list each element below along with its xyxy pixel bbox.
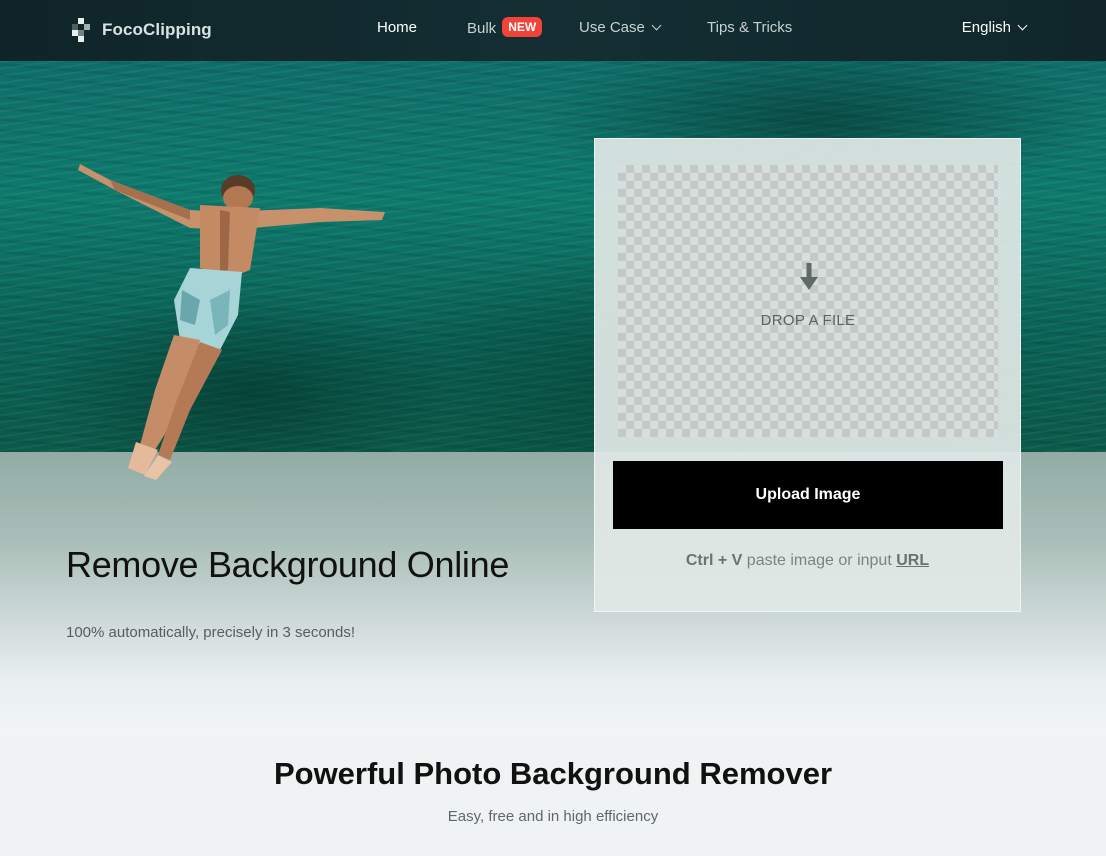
section-subtitle: Easy, free and in high efficiency	[447, 808, 659, 825]
nav-use-case-label: Use Case	[579, 19, 645, 36]
nav-home[interactable]: Home	[377, 19, 417, 36]
hero-title: Remove Background Online	[66, 544, 510, 585]
logo-icon	[72, 18, 92, 42]
url-link[interactable]: URL	[896, 552, 929, 569]
upload-image-button[interactable]: Upload Image	[613, 461, 1003, 529]
brand-logo[interactable]: FocoClipping	[72, 17, 212, 43]
chevron-down-icon	[1017, 20, 1028, 31]
chevron-down-icon	[651, 20, 662, 31]
section-title: Powerful Photo Background Remover	[273, 756, 833, 791]
arrow-down-icon	[800, 263, 818, 290]
nav-tips-tricks[interactable]: Tips & Tricks	[707, 19, 792, 36]
nav-tips-label: Tips & Tricks	[707, 19, 793, 36]
language-label: English	[961, 19, 1011, 36]
upload-card: DROP A FILE Upload Image Ctrl + V paste …	[594, 138, 1021, 612]
paste-hint: Ctrl + V paste image or input URL	[595, 552, 1020, 570]
top-navbar: FocoClipping Home Bulk NEW Use Case Tips…	[0, 0, 1106, 61]
features-section	[0, 737, 1106, 856]
hero-subtitle: 100% automatically, precisely in 3 secon…	[66, 624, 356, 641]
paste-shortcut: Ctrl + V	[685, 552, 743, 569]
language-selector[interactable]: English	[961, 19, 1028, 36]
drop-label: DROP A FILE	[760, 312, 856, 329]
nav-home-label: Home	[377, 19, 418, 36]
nav-use-case[interactable]: Use Case	[579, 19, 662, 36]
logo-text: FocoClipping	[102, 20, 212, 39]
drop-zone[interactable]: DROP A FILE	[618, 165, 998, 437]
paste-text: paste image or input	[742, 552, 897, 569]
nav-bulk-label: Bulk	[467, 19, 497, 37]
new-badge: NEW	[502, 17, 543, 37]
nav-bulk[interactable]: Bulk NEW	[467, 17, 543, 37]
diver-image	[78, 164, 385, 480]
